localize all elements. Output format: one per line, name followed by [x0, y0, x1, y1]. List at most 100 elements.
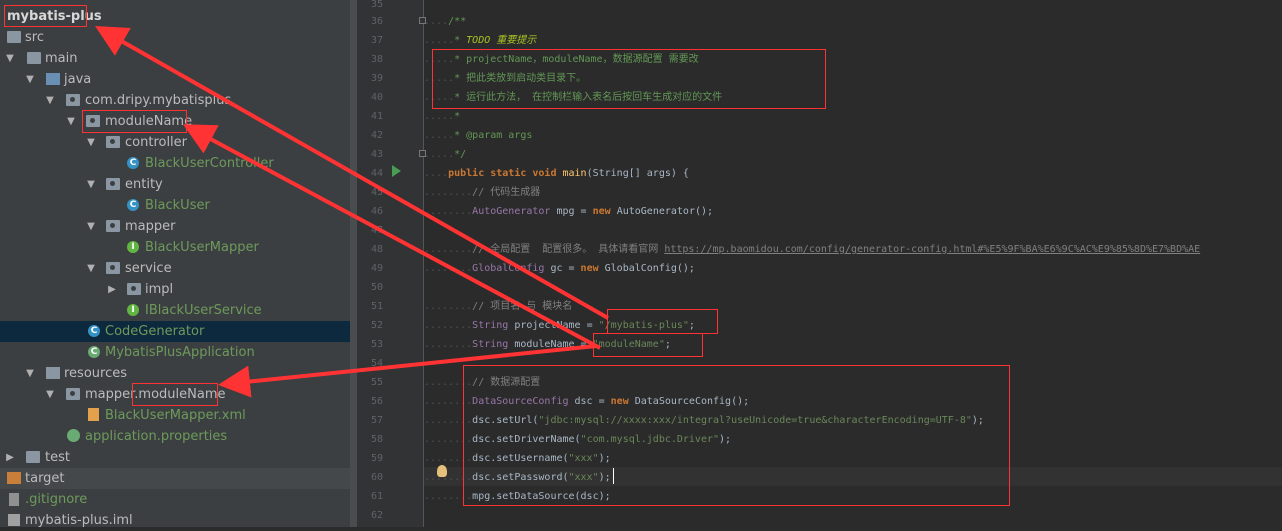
line-number: 36 — [370, 16, 383, 27]
chevron-down-icon[interactable]: ▼ — [44, 90, 56, 111]
line-number: 39 — [370, 73, 383, 84]
code-line-48: ........// 全局配置 配置很多。 具体请看官网 https://mp.… — [424, 244, 1201, 255]
resources-folder-icon — [46, 367, 60, 379]
tree-item-impl[interactable]: ▶ impl — [0, 279, 350, 300]
source-folder-icon — [46, 73, 60, 85]
line-number: 51 — [370, 301, 383, 312]
line-number: 55 — [370, 377, 383, 388]
line-number: 49 — [370, 263, 383, 274]
tree-item-java[interactable]: ▼ java — [0, 69, 350, 90]
tree-item-target[interactable]: target — [0, 468, 350, 489]
chevron-down-icon[interactable]: ▼ — [65, 111, 77, 132]
tree-item-label: CodeGenerator — [105, 324, 205, 339]
spring-boot-icon: C — [88, 346, 100, 358]
code-line-43: .....*/ — [424, 149, 467, 160]
tree-item-iml[interactable]: mybatis-plus.iml — [0, 510, 350, 531]
tree-item-controller[interactable]: ▼ controller — [0, 132, 350, 153]
chevron-down-icon[interactable]: ▼ — [4, 48, 16, 69]
tree-item-label: BlackUserMapper — [145, 240, 259, 255]
tree-item-label: com.dripy.mybatisplus — [85, 93, 232, 108]
tree-item-label: .gitignore — [25, 492, 88, 507]
tree-item-label: MybatisPlusApplication — [105, 345, 255, 360]
tree-item-CodeGenerator[interactable]: C CodeGenerator — [0, 321, 350, 342]
tree-item-gitignore[interactable]: .gitignore — [0, 489, 350, 510]
tree-item-service[interactable]: ▼ service — [0, 258, 350, 279]
tree-item-label: test — [45, 450, 70, 465]
class-icon: C — [88, 325, 100, 337]
tree-item-BlackUserController[interactable]: C BlackUserController — [0, 153, 350, 174]
tree-item-package-root[interactable]: ▼ com.dripy.mybatisplus — [0, 90, 350, 111]
tree-item-label: service — [125, 261, 172, 276]
tree-item-test[interactable]: ▶ test — [0, 447, 350, 468]
tree-item-entity[interactable]: ▼ entity — [0, 174, 350, 195]
tree-item-BlackUser[interactable]: C BlackUser — [0, 195, 350, 216]
tree-item-MybatisPlusApplication[interactable]: C MybatisPlusApplication — [0, 342, 350, 363]
code-line-51: ........// 项目名 与 模块名 — [424, 301, 573, 312]
package-icon — [66, 388, 80, 400]
tree-item-label: IBlackUserService — [145, 303, 262, 318]
tree-item-src[interactable]: src — [0, 27, 350, 48]
annotation-box-moduleName-package — [82, 110, 187, 133]
tree-item-label: main — [45, 51, 78, 66]
tree-item-IBlackUserService[interactable]: I IBlackUserService — [0, 300, 350, 321]
folder-icon — [27, 52, 41, 64]
chevron-down-icon[interactable]: ▼ — [85, 216, 97, 237]
code-line-42: .....* @param args — [424, 130, 533, 141]
line-number: 38 — [370, 54, 383, 65]
tree-item-label: controller — [125, 135, 188, 150]
tree-item-BlackUserMapper[interactable]: I BlackUserMapper — [0, 237, 350, 258]
tree-item-label: java — [64, 72, 92, 87]
line-number: 42 — [370, 130, 383, 141]
code-line-36: ..../** — [424, 16, 467, 27]
run-icon[interactable] — [392, 165, 401, 177]
tree-item-label: BlackUserMapper.xml — [105, 408, 246, 423]
tree-item-label: BlackUser — [145, 198, 210, 213]
chevron-right-icon[interactable]: ▶ — [106, 279, 118, 300]
line-number: 52 — [370, 320, 383, 331]
tree-item-application-properties[interactable]: application.properties — [0, 426, 350, 447]
line-number: 54 — [370, 358, 383, 369]
xml-file-icon — [88, 408, 99, 421]
line-number: 37 — [370, 35, 383, 46]
package-icon — [106, 178, 120, 190]
properties-file-icon — [67, 429, 80, 442]
tree-item-label: application.properties — [85, 429, 228, 444]
package-icon — [106, 220, 120, 232]
folder-icon — [26, 451, 40, 463]
line-number: 45 — [370, 187, 383, 198]
code-line-37: .....* TODO 重要提示 — [424, 35, 537, 46]
code-line-46: ........AutoGenerator mpg = new AutoGene… — [424, 206, 714, 217]
annotation-box-datasource — [463, 365, 1010, 506]
line-number: 47 — [370, 225, 383, 236]
line-number: 41 — [370, 111, 383, 122]
code-line-45: ........// 代码生成器 — [424, 187, 541, 198]
folder-icon — [7, 472, 21, 484]
line-number: 48 — [370, 244, 383, 255]
tree-item-mapper[interactable]: ▼ mapper — [0, 216, 350, 237]
package-icon — [106, 136, 120, 148]
tree-item-BlackUserMapper-xml[interactable]: BlackUserMapper.xml — [0, 405, 350, 426]
tree-item-label: BlackUserController — [145, 156, 274, 171]
chevron-down-icon[interactable]: ▼ — [85, 174, 97, 195]
chevron-down-icon[interactable]: ▼ — [44, 384, 56, 405]
chevron-down-icon[interactable]: ▼ — [24, 69, 36, 90]
line-number: 53 — [370, 339, 383, 350]
interface-icon: I — [127, 304, 139, 316]
chevron-down-icon[interactable]: ▼ — [24, 363, 36, 384]
line-number: 56 — [370, 396, 383, 407]
class-icon: C — [127, 199, 139, 211]
package-icon — [66, 94, 80, 106]
chevron-down-icon[interactable]: ▼ — [85, 258, 97, 279]
line-number: 50 — [370, 282, 383, 293]
tree-item-main[interactable]: ▼ main — [0, 48, 350, 69]
line-number: 44 — [370, 168, 383, 179]
line-number: 62 — [370, 510, 383, 521]
interface-icon: I — [127, 241, 139, 253]
project-tree-scrollbar[interactable] — [350, 0, 357, 527]
tree-item-resources[interactable]: ▼ resources — [0, 363, 350, 384]
chevron-down-icon[interactable]: ▼ — [85, 132, 97, 153]
line-number: 40 — [370, 92, 383, 103]
chevron-right-icon[interactable]: ▶ — [4, 447, 16, 468]
line-number: 58 — [370, 434, 383, 445]
package-icon — [127, 283, 141, 295]
